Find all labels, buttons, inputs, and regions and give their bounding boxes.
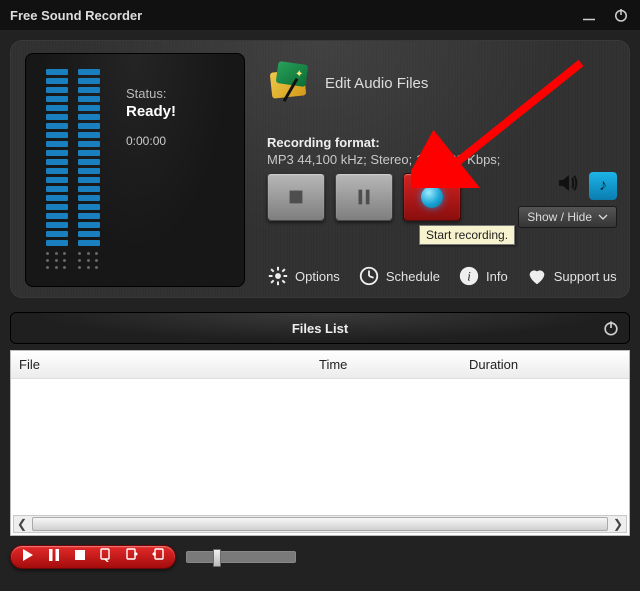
speaker-icon[interactable] (555, 171, 579, 200)
stop-button[interactable] (267, 173, 325, 221)
files-list-table[interactable]: File Time Duration ❮ ❯ (10, 350, 630, 536)
info-icon: i (458, 265, 480, 287)
scroll-left-arrow[interactable]: ❮ (14, 516, 30, 532)
edit-audio-label: Edit Audio Files (325, 75, 428, 92)
player-controls (10, 545, 176, 569)
power-button[interactable] (612, 6, 630, 24)
schedule-button[interactable]: Schedule (358, 265, 440, 287)
music-note-icon[interactable]: ♪ (589, 172, 617, 200)
show-hide-dropdown[interactable]: Show / Hide (518, 206, 617, 228)
export-file-button[interactable] (151, 548, 165, 567)
svg-text:i: i (467, 270, 471, 284)
gear-icon (267, 265, 289, 287)
files-list-title: Files List (292, 321, 348, 336)
play-button[interactable] (21, 548, 35, 567)
options-button[interactable]: Options (267, 265, 340, 287)
volume-slider-knob[interactable] (213, 549, 221, 567)
col-duration[interactable]: Duration (461, 351, 629, 379)
col-file[interactable]: File (11, 351, 311, 379)
level-meter: Status: Ready! 0:00:00 (25, 53, 245, 287)
edit-audio-files[interactable]: ✦ Edit Audio Files (267, 61, 428, 105)
record-icon (421, 186, 443, 208)
horizontal-scrollbar[interactable]: ❮ ❯ (13, 515, 627, 533)
pause-button[interactable] (335, 173, 393, 221)
record-tooltip: Start recording. (419, 225, 515, 245)
info-button[interactable]: i Info (458, 265, 508, 287)
level-meter-left (46, 66, 68, 246)
support-label: Support us (554, 269, 617, 284)
support-button[interactable]: Support us (526, 265, 617, 287)
level-meter-right (78, 66, 100, 246)
heart-icon (526, 265, 548, 287)
scroll-thumb[interactable] (32, 517, 608, 531)
schedule-label: Schedule (386, 269, 440, 284)
recording-format-detail: MP3 44,100 kHz; Stereo; 128-320 Kbps; (267, 152, 500, 167)
player-pause-button[interactable] (47, 548, 61, 567)
volume-slider[interactable] (186, 551, 296, 563)
recording-format-title: Recording format: (267, 135, 500, 150)
show-hide-label: Show / Hide (527, 210, 592, 224)
info-label: Info (486, 269, 508, 284)
edit-audio-icon: ✦ (267, 61, 311, 105)
status-label: Status: (126, 86, 176, 101)
record-button[interactable] (403, 173, 461, 221)
scroll-right-arrow[interactable]: ❯ (610, 516, 626, 532)
clock-icon (358, 265, 380, 287)
open-file-button[interactable] (99, 548, 113, 567)
col-time[interactable]: Time (311, 351, 461, 379)
files-list-power-button[interactable] (601, 318, 621, 341)
status-value: Ready! (126, 103, 176, 120)
status-time: 0:00:00 (126, 134, 176, 148)
options-label: Options (295, 269, 340, 284)
chevron-down-icon (598, 212, 608, 222)
annotation-arrow (411, 53, 601, 188)
minimize-button[interactable] (580, 6, 598, 24)
import-file-button[interactable] (125, 548, 139, 567)
app-title: Free Sound Recorder (10, 8, 566, 23)
player-stop-button[interactable] (73, 548, 87, 567)
